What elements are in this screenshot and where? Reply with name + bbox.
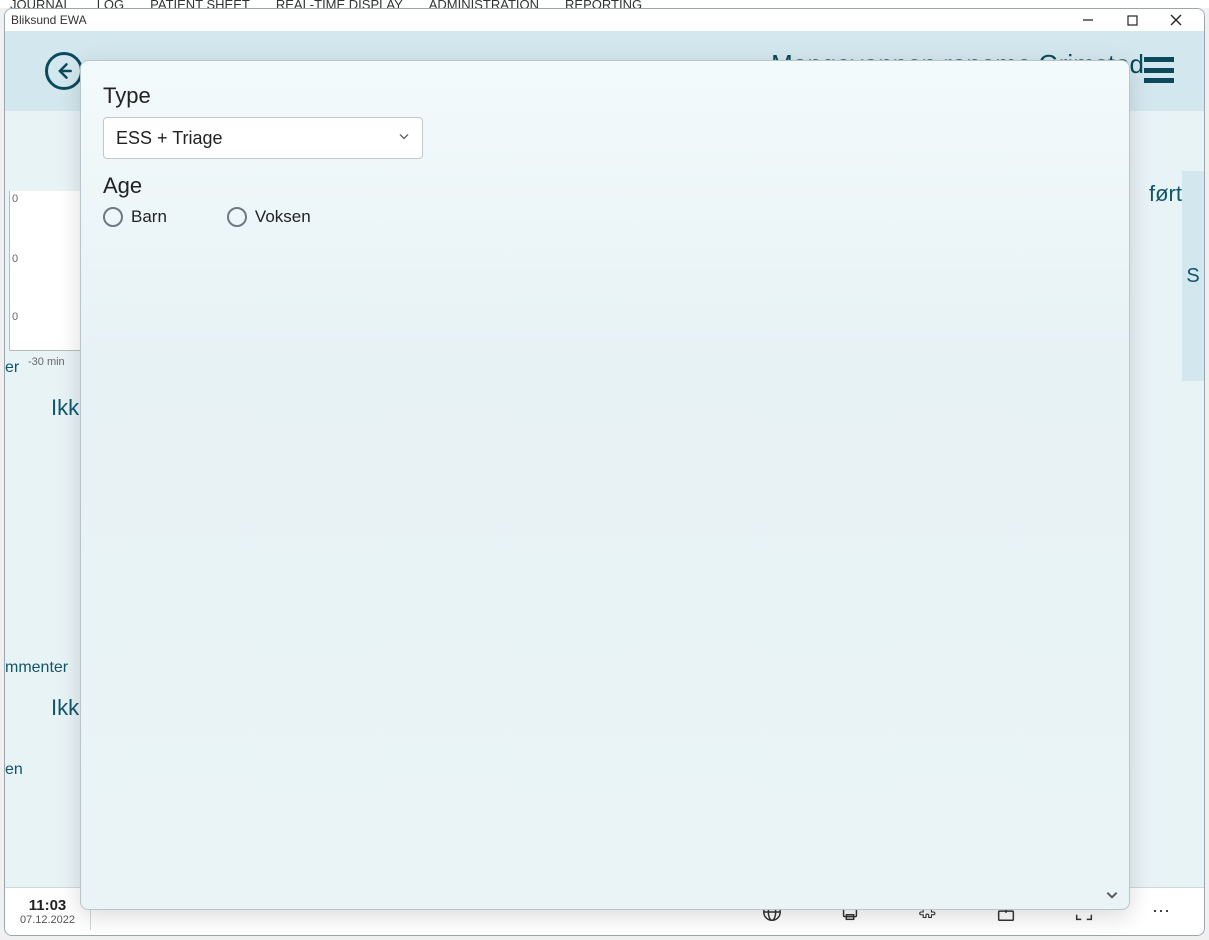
bg-text: Ikk (51, 395, 79, 421)
titlebar: Bliksund EWA (5, 9, 1204, 31)
menu-journal[interactable]: JOURNAL (10, 0, 71, 8)
chevron-down-icon (398, 131, 410, 146)
more-icon[interactable]: ⋯ (1150, 900, 1174, 924)
type-age-dialog: Type ESS + Triage Age Barn Voksen (80, 60, 1130, 910)
type-select-value: ESS + Triage (116, 128, 223, 149)
menu-reporting[interactable]: REPORTING (565, 0, 642, 8)
bg-text: S (1186, 265, 1199, 288)
bg-right-strip: S (1182, 171, 1204, 381)
chevron-down-icon (1105, 888, 1119, 905)
radio-voksen[interactable]: Voksen (227, 207, 311, 227)
app-top-menu: JOURNAL LOG PATIENT SHEET REAL-TIME DISP… (0, 0, 1209, 8)
minimize-button[interactable] (1066, 9, 1110, 31)
menu-admin[interactable]: ADMINISTRATION (429, 0, 539, 8)
y-tick: 0 (12, 193, 18, 205)
date-text: 07.12.2022 (5, 914, 90, 926)
back-button[interactable] (45, 52, 83, 90)
bg-text: er (5, 359, 19, 377)
radio-icon (227, 207, 247, 227)
close-button[interactable] (1154, 9, 1198, 31)
x-label: -30 min (28, 356, 65, 368)
bg-text: Ikk (51, 695, 79, 721)
menu-button[interactable] (1144, 57, 1174, 83)
radio-label: Barn (131, 207, 167, 227)
bg-text: ført (1149, 181, 1182, 207)
menu-realtime[interactable]: REAL-TIME DISPLAY (276, 0, 403, 8)
clock: 11:03 07.12.2022 (5, 893, 91, 930)
radio-label: Voksen (255, 207, 311, 227)
y-tick: 0 (12, 253, 18, 265)
age-radio-group: Barn Voksen (103, 207, 1107, 227)
menu-log[interactable]: LOG (97, 0, 124, 8)
bg-text: en (5, 761, 23, 779)
type-label: Type (103, 83, 1107, 109)
radio-barn[interactable]: Barn (103, 207, 167, 227)
y-tick: 0 (12, 311, 18, 323)
bg-text: mmenter (5, 659, 68, 677)
type-select[interactable]: ESS + Triage (103, 117, 423, 159)
time-text: 11:03 (5, 897, 90, 914)
radio-icon (103, 207, 123, 227)
maximize-button[interactable] (1110, 9, 1154, 31)
chart-axis: 0 0 0 -30 min (9, 191, 89, 351)
age-label: Age (103, 173, 1107, 199)
menu-patient-sheet[interactable]: PATIENT SHEET (150, 0, 250, 8)
window-title: Bliksund EWA (11, 13, 87, 27)
